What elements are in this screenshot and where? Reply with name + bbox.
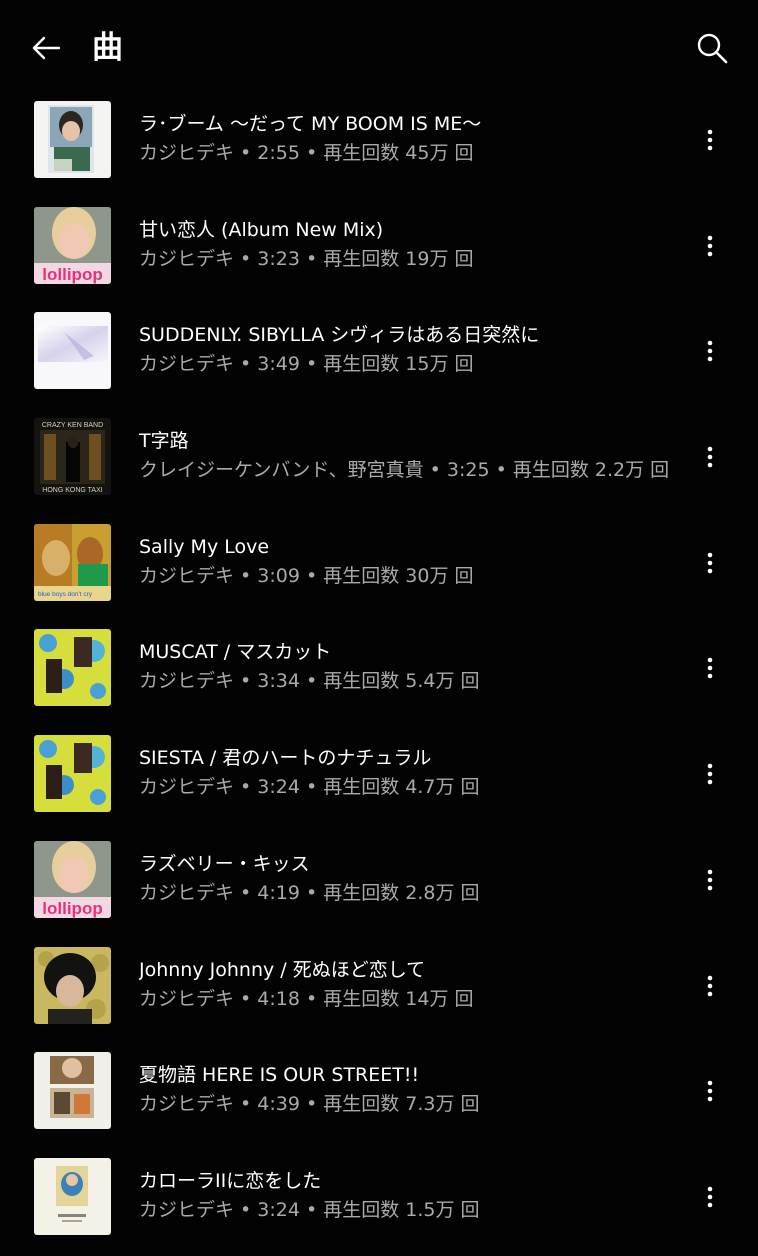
more-options-button[interactable] (688, 1069, 732, 1113)
song-subtitle: カジヒデキ • 3:34 • 再生回数 5.4万 回 (139, 670, 480, 693)
song-subtitle: カジヒデキ • 3:24 • 再生回数 1.5万 回 (139, 1198, 480, 1221)
song-subtitle: カジヒデキ • 3:23 • 再生回数 19万 回 (139, 247, 474, 270)
back-button[interactable] (24, 26, 68, 70)
more-vert-icon (707, 869, 713, 891)
band-name-text: CRAZY KEN BAND (42, 422, 103, 429)
song-title: SIESTA / 君のハートのナチュラル (139, 747, 432, 770)
song-subtitle: カジヒデキ • 3:49 • 再生回数 15万 回 (139, 353, 474, 376)
song-title: Johnny Johnny / 死ぬほど恋して (139, 958, 426, 981)
song-title: SUDDENLY. SIBYLLA シヴィラはある日突然に (139, 324, 540, 347)
more-options-button[interactable] (688, 541, 732, 585)
more-options-button[interactable] (688, 1175, 732, 1219)
song-title: ラ･ブーム 〜だって MY BOOM IS ME〜 (139, 113, 482, 135)
search-button[interactable] (690, 26, 734, 70)
more-vert-icon (707, 552, 713, 574)
song-title: Sally My Love (139, 535, 270, 558)
more-options-button[interactable] (688, 329, 732, 373)
more-vert-icon (707, 763, 713, 785)
more-options-button[interactable] (688, 646, 732, 690)
song-row[interactable]: SIESTA / 君のハートのナチュラル カジヒデキ • 3:24 • 再生回数… (0, 721, 758, 827)
song-title: MUSCAT / マスカット (139, 641, 332, 664)
lollipop-logo: lollipop (42, 265, 102, 284)
song-subtitle: カジヒデキ • 4:18 • 再生回数 14万 回 (139, 987, 474, 1010)
album-title-text: blue boys don't cry (38, 591, 93, 598)
search-icon (697, 33, 728, 64)
lollipop-logo: lollipop (42, 899, 102, 918)
song-subtitle: クレイジーケンバンド、野宮真貴 • 3:25 • 再生回数 2.2万 回 (139, 459, 670, 482)
more-vert-icon (707, 1186, 713, 1208)
page-title: 曲 (92, 30, 124, 66)
album-art-thumbnail: lollipop (34, 840, 111, 918)
song-title: T字路 (139, 430, 189, 453)
more-options-button[interactable] (688, 858, 732, 902)
arrow-left-icon (32, 36, 61, 60)
more-vert-icon (707, 129, 713, 151)
more-vert-icon (707, 975, 713, 996)
more-options-button[interactable] (688, 118, 732, 162)
more-vert-icon (707, 446, 713, 468)
song-row[interactable]: ラ･ブーム 〜だって MY BOOM IS ME〜 カジヒデキ • 2:55 •… (0, 87, 758, 193)
song-subtitle: カジヒデキ • 2:55 • 再生回数 45万 回 (139, 142, 474, 164)
more-options-button[interactable] (688, 752, 732, 796)
song-row[interactable]: SUDDENLY. SIBYLLA シヴィラはある日突然に カジヒデキ • 3:… (0, 298, 758, 404)
album-name-text: HONG KONG TAXI (42, 487, 102, 494)
album-art-thumbnail: blue boys don't cry (34, 523, 111, 601)
album-art-thumbnail (34, 101, 111, 178)
song-row[interactable]: Johnny Johnny / 死ぬほど恋して カジヒデキ • 4:18 • 再… (0, 933, 758, 1039)
song-row[interactable]: lollipop ラズベリー・キッス カジヒデキ • 4:19 • 再生回数 2… (0, 827, 758, 933)
song-title: 夏物語 HERE IS OUR STREET!! (139, 1064, 420, 1087)
song-row[interactable]: 夏物語 HERE IS OUR STREET!! カジヒデキ • 4:39 • … (0, 1038, 758, 1144)
album-art-thumbnail (34, 735, 111, 813)
song-row[interactable]: CRAZY KEN BAND HONG KONG TAXI T字路 クレイジーケ… (0, 404, 758, 510)
song-subtitle: カジヒデキ • 4:19 • 再生回数 2.8万 回 (139, 881, 480, 904)
more-options-button[interactable] (688, 964, 732, 1008)
album-art-thumbnail (34, 629, 111, 707)
song-subtitle: カジヒデキ • 3:24 • 再生回数 4.7万 回 (139, 776, 480, 799)
album-art-thumbnail (34, 1157, 111, 1235)
album-art-thumbnail: CRAZY KEN BAND HONG KONG TAXI (34, 418, 111, 496)
album-art-thumbnail: lollipop (34, 206, 111, 284)
song-list: ラ･ブーム 〜だって MY BOOM IS ME〜 カジヒデキ • 2:55 •… (0, 87, 758, 1250)
top-app-bar: 曲 (0, 0, 758, 96)
more-options-button[interactable] (688, 435, 732, 479)
song-title: カローラIIに恋をした (139, 1169, 322, 1192)
more-vert-icon (707, 1080, 713, 1102)
song-subtitle: カジヒデキ • 3:09 • 再生回数 30万 回 (139, 564, 474, 587)
song-row[interactable]: MUSCAT / マスカット カジヒデキ • 3:34 • 再生回数 5.4万 … (0, 615, 758, 721)
album-art-thumbnail (34, 946, 111, 1024)
more-vert-icon (707, 235, 713, 256)
more-vert-icon (707, 658, 713, 679)
album-art-thumbnail (34, 1052, 111, 1130)
more-options-button[interactable] (688, 224, 732, 268)
song-subtitle: カジヒデキ • 4:39 • 再生回数 7.3万 回 (139, 1093, 480, 1116)
song-row[interactable]: カローラIIに恋をした カジヒデキ • 3:24 • 再生回数 1.5万 回 (0, 1144, 758, 1250)
song-row[interactable]: blue boys don't cry Sally My Love カジヒデキ … (0, 510, 758, 616)
song-title: ラズベリー・キッス (139, 852, 310, 875)
album-art-thumbnail (34, 312, 111, 390)
song-title: 甘い恋人 (Album New Mix) (139, 218, 384, 241)
more-vert-icon (707, 341, 713, 362)
song-row[interactable]: lollipop 甘い恋人 (Album New Mix) カジヒデキ • 3:… (0, 193, 758, 299)
